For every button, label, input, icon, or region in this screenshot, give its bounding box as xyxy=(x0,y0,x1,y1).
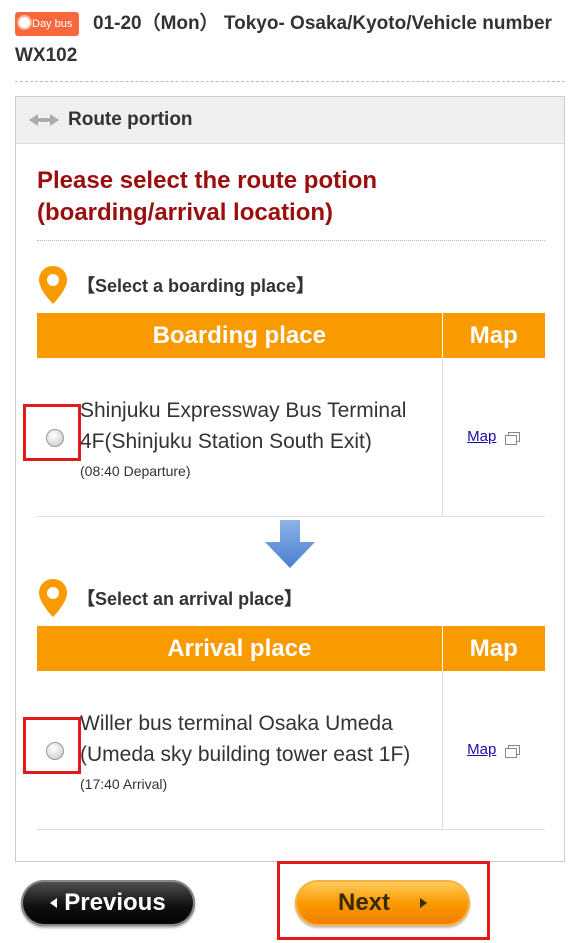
arrival-map-cell: Map xyxy=(442,671,545,830)
boarding-section-header: 【Select a boarding place】 xyxy=(37,265,545,305)
instruction-text: Please select the route potion (boarding… xyxy=(37,167,378,226)
boarding-table: Boarding place Map Shinjuku Expressway B… xyxy=(23,313,545,517)
arrival-map-link[interactable]: Map xyxy=(467,741,521,758)
boarding-map-cell: Map xyxy=(442,358,545,517)
arrival-section-header: 【Select an arrival place】 xyxy=(37,578,545,618)
boarding-place-name: Shinjuku Expressway Bus Terminal 4F(Shin… xyxy=(80,399,407,453)
arrival-place-cell: Willer bus terminal Osaka Umeda (Umeda s… xyxy=(23,671,443,830)
boarding-section-label: 【Select a boarding place】 xyxy=(77,276,315,296)
arrival-table: Arrival place Map Willer bus terminal Os… xyxy=(23,626,545,830)
boarding-departure-time: (08:40 Departure) xyxy=(80,463,191,479)
boarding-map-link[interactable]: Map xyxy=(467,428,521,445)
day-bus-badge: Day bus xyxy=(15,12,79,36)
next-button[interactable]: Next xyxy=(295,880,470,926)
trip-title: 01-20（Mon） Tokyo- Osaka/Kyoto/Vehicle nu… xyxy=(15,13,552,66)
triangle-right-icon xyxy=(420,898,428,908)
arrival-time: (17:40 Arrival) xyxy=(80,776,168,792)
previous-button[interactable]: Previous xyxy=(21,880,195,926)
boarding-place-cell: Shinjuku Expressway Bus Terminal 4F(Shin… xyxy=(23,358,443,517)
arrival-section-label: 【Select an arrival place】 xyxy=(77,589,303,609)
trip-header: Day bus 01-20（Mon） Tokyo- Osaka/Kyoto/Ve… xyxy=(15,8,565,72)
arrival-place-name: Willer bus terminal Osaka Umeda (Umeda s… xyxy=(80,712,411,766)
sun-icon xyxy=(19,17,30,28)
double-arrow-icon xyxy=(29,114,59,126)
panel-header: Route portion xyxy=(16,97,564,144)
arrival-map-column-header: Map xyxy=(442,626,545,671)
arrival-place-radio[interactable] xyxy=(46,742,64,760)
boarding-place-column-header: Boarding place xyxy=(37,313,443,358)
route-portion-panel: Route portion Please select the route po… xyxy=(15,96,565,862)
boarding-place-radio[interactable] xyxy=(46,429,64,447)
panel-title: Route portion xyxy=(68,109,193,130)
header-divider xyxy=(15,81,565,82)
triangle-left-icon xyxy=(50,898,58,908)
arrival-place-column-header: Arrival place xyxy=(37,626,443,671)
table-row: Willer bus terminal Osaka Umeda (Umeda s… xyxy=(23,671,545,830)
boarding-map-column-header: Map xyxy=(442,313,545,358)
table-row: Shinjuku Expressway Bus Terminal 4F(Shin… xyxy=(23,358,545,517)
new-window-icon xyxy=(505,744,521,758)
new-window-icon xyxy=(505,431,521,445)
down-arrow-icon xyxy=(265,520,315,568)
location-pin-icon xyxy=(39,579,67,617)
location-pin-icon xyxy=(39,266,67,304)
instruction-divider xyxy=(37,240,545,241)
